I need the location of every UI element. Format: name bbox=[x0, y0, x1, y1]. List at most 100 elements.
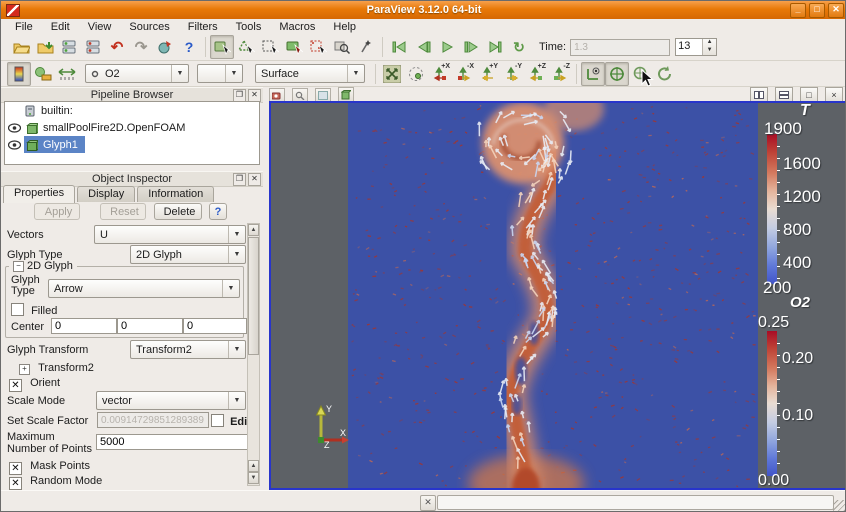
menu-view[interactable]: View bbox=[80, 20, 120, 34]
delete-button[interactable]: Delete bbox=[154, 203, 202, 220]
combo-arrow-icon[interactable]: ▼ bbox=[171, 65, 188, 82]
menu-filters[interactable]: Filters bbox=[180, 20, 226, 34]
scroll-up-icon[interactable]: ▲ bbox=[248, 224, 259, 236]
reset-button[interactable]: Reset bbox=[100, 203, 146, 220]
pipeline-item-glyph[interactable]: Glyph1 bbox=[5, 136, 259, 153]
titlebar[interactable]: ParaView 3.12.0 64-bit _ □ ✕ bbox=[1, 1, 846, 19]
tab-properties[interactable]: Properties bbox=[3, 185, 75, 203]
representation-combo[interactable]: Surface ▼ bbox=[255, 64, 365, 83]
tab-information[interactable]: Information bbox=[137, 186, 214, 202]
undo-button[interactable]: ↶ bbox=[105, 35, 129, 59]
toggle-color-legend-button[interactable] bbox=[7, 62, 31, 86]
visibility-eye-icon[interactable] bbox=[8, 123, 21, 133]
edit-checkbox-row[interactable]: Edit bbox=[211, 414, 251, 428]
frame-spinbox[interactable]: 13 ▲▼ bbox=[675, 38, 717, 56]
abort-progress-button[interactable]: ✕ bbox=[420, 495, 436, 511]
select-points-on-button[interactable] bbox=[234, 35, 258, 59]
split-horizontal-icon[interactable] bbox=[750, 87, 768, 102]
mask-points-row[interactable]: ✕ Mask Points bbox=[9, 460, 90, 475]
reset-camera-button[interactable] bbox=[380, 62, 404, 86]
auto-apply-button[interactable] bbox=[153, 35, 177, 59]
scale-factor-field[interactable] bbox=[97, 412, 209, 428]
orient-checkbox-row[interactable]: ✕ Orient bbox=[9, 377, 60, 392]
inspector-help-button[interactable]: ? bbox=[209, 203, 227, 220]
menu-file[interactable]: File bbox=[7, 20, 41, 34]
menu-tools[interactable]: Tools bbox=[228, 20, 270, 34]
connect-server-button[interactable] bbox=[57, 35, 81, 59]
selected-row-highlight[interactable]: Glyph1 bbox=[24, 136, 85, 153]
maximize-view-icon[interactable]: □ bbox=[800, 87, 818, 102]
max-points-field[interactable] bbox=[96, 434, 248, 450]
reset-center-button[interactable] bbox=[653, 62, 677, 86]
random-mode-row[interactable]: ✕ Random Mode bbox=[9, 475, 102, 490]
tab-display[interactable]: Display bbox=[77, 186, 135, 202]
glyph-type-combo[interactable]: 2D Glyph▼ bbox=[130, 245, 246, 264]
save-data-button[interactable] bbox=[33, 35, 57, 59]
view-plus-x-button[interactable]: +X bbox=[428, 62, 452, 86]
pipeline-item-label[interactable]: Glyph1 bbox=[40, 139, 81, 151]
visibility-eye-icon[interactable] bbox=[8, 140, 21, 150]
scroll-thumb[interactable] bbox=[248, 237, 259, 355]
spin-up-icon[interactable]: ▲ bbox=[703, 39, 716, 47]
menu-macros[interactable]: Macros bbox=[271, 20, 323, 34]
select-cells-on-button[interactable] bbox=[210, 35, 234, 59]
close-button[interactable]: ✕ bbox=[828, 3, 844, 18]
combo-arrow-icon[interactable]: ▼ bbox=[228, 392, 245, 409]
interactive-select-points-button[interactable] bbox=[354, 35, 378, 59]
view-capture-button[interactable] bbox=[338, 87, 354, 102]
open-file-button[interactable] bbox=[9, 35, 33, 59]
interactive-select-button[interactable] bbox=[330, 35, 354, 59]
expand-icon[interactable]: + bbox=[19, 364, 30, 375]
split-vertical-icon[interactable] bbox=[775, 87, 793, 102]
redo-button[interactable]: ↷ bbox=[129, 35, 153, 59]
last-frame-button[interactable] bbox=[483, 35, 507, 59]
pipeline-item-source[interactable]: smallPoolFire2D.OpenFOAM bbox=[5, 119, 259, 136]
maximize-button[interactable]: □ bbox=[809, 3, 825, 18]
spin-down-icon[interactable]: ▼ bbox=[703, 47, 716, 55]
show-orientation-axes-button[interactable] bbox=[581, 62, 605, 86]
first-frame-button[interactable] bbox=[387, 35, 411, 59]
collapse-icon[interactable]: − bbox=[13, 261, 24, 272]
select-cells-through-button[interactable] bbox=[258, 35, 282, 59]
loop-button[interactable]: ↻ bbox=[507, 35, 531, 59]
scroll-down-icon[interactable]: ▼ bbox=[248, 472, 259, 484]
disconnect-server-button[interactable] bbox=[81, 35, 105, 59]
select-cells-polygon-button[interactable] bbox=[306, 35, 330, 59]
arrow-combo[interactable]: Arrow▼ bbox=[48, 279, 240, 298]
properties-scrollbar[interactable]: ▲ ▲ ▼ bbox=[247, 223, 260, 486]
filled-checkbox-row[interactable]: Filled bbox=[11, 303, 57, 317]
vectors-combo[interactable]: U▼ bbox=[94, 225, 246, 244]
play-button[interactable] bbox=[435, 35, 459, 59]
minimize-button[interactable]: _ bbox=[790, 3, 806, 18]
combo-arrow-icon[interactable]: ▼ bbox=[225, 65, 242, 82]
menu-edit[interactable]: Edit bbox=[43, 20, 78, 34]
mask-points-checkbox[interactable]: ✕ bbox=[9, 462, 22, 475]
close-view-icon[interactable]: × bbox=[825, 87, 843, 102]
combo-arrow-icon[interactable]: ▼ bbox=[228, 341, 245, 358]
help-button-toolbar[interactable]: ? bbox=[177, 35, 201, 59]
combo-arrow-icon[interactable]: ▼ bbox=[228, 246, 245, 263]
view-minus-y-button[interactable]: -Y bbox=[500, 62, 524, 86]
view-plus-y-button[interactable]: +Y bbox=[476, 62, 500, 86]
previous-frame-button[interactable] bbox=[411, 35, 435, 59]
random-mode-checkbox[interactable]: ✕ bbox=[9, 477, 22, 490]
pipeline-item-label[interactable]: builtin: bbox=[38, 105, 76, 117]
view-plus-z-button[interactable]: +Z bbox=[524, 62, 548, 86]
glyph-transform-combo[interactable]: Transform2▼ bbox=[130, 340, 246, 359]
select-block-button[interactable] bbox=[282, 35, 306, 59]
time-value-field[interactable]: 1.3 bbox=[570, 39, 670, 56]
spin-arrows[interactable]: ▲▼ bbox=[702, 39, 716, 55]
scale-mode-combo[interactable]: vector▼ bbox=[96, 391, 246, 410]
combo-arrow-icon[interactable]: ▼ bbox=[347, 65, 364, 82]
apply-button[interactable]: Apply bbox=[34, 203, 80, 220]
filled-checkbox[interactable] bbox=[11, 303, 24, 316]
pipeline-item-label[interactable]: smallPoolFire2D.OpenFOAM bbox=[40, 122, 188, 134]
component-combo[interactable]: ▼ bbox=[197, 64, 243, 83]
scroll-up-icon[interactable]: ▲ bbox=[248, 460, 259, 472]
combo-arrow-icon[interactable]: ▼ bbox=[228, 226, 245, 243]
edit-color-map-button[interactable] bbox=[31, 62, 55, 86]
resize-grip-icon[interactable] bbox=[833, 500, 845, 512]
orient-checkbox[interactable]: ✕ bbox=[9, 379, 22, 392]
menu-sources[interactable]: Sources bbox=[121, 20, 177, 34]
rescale-range-button[interactable] bbox=[55, 62, 79, 86]
